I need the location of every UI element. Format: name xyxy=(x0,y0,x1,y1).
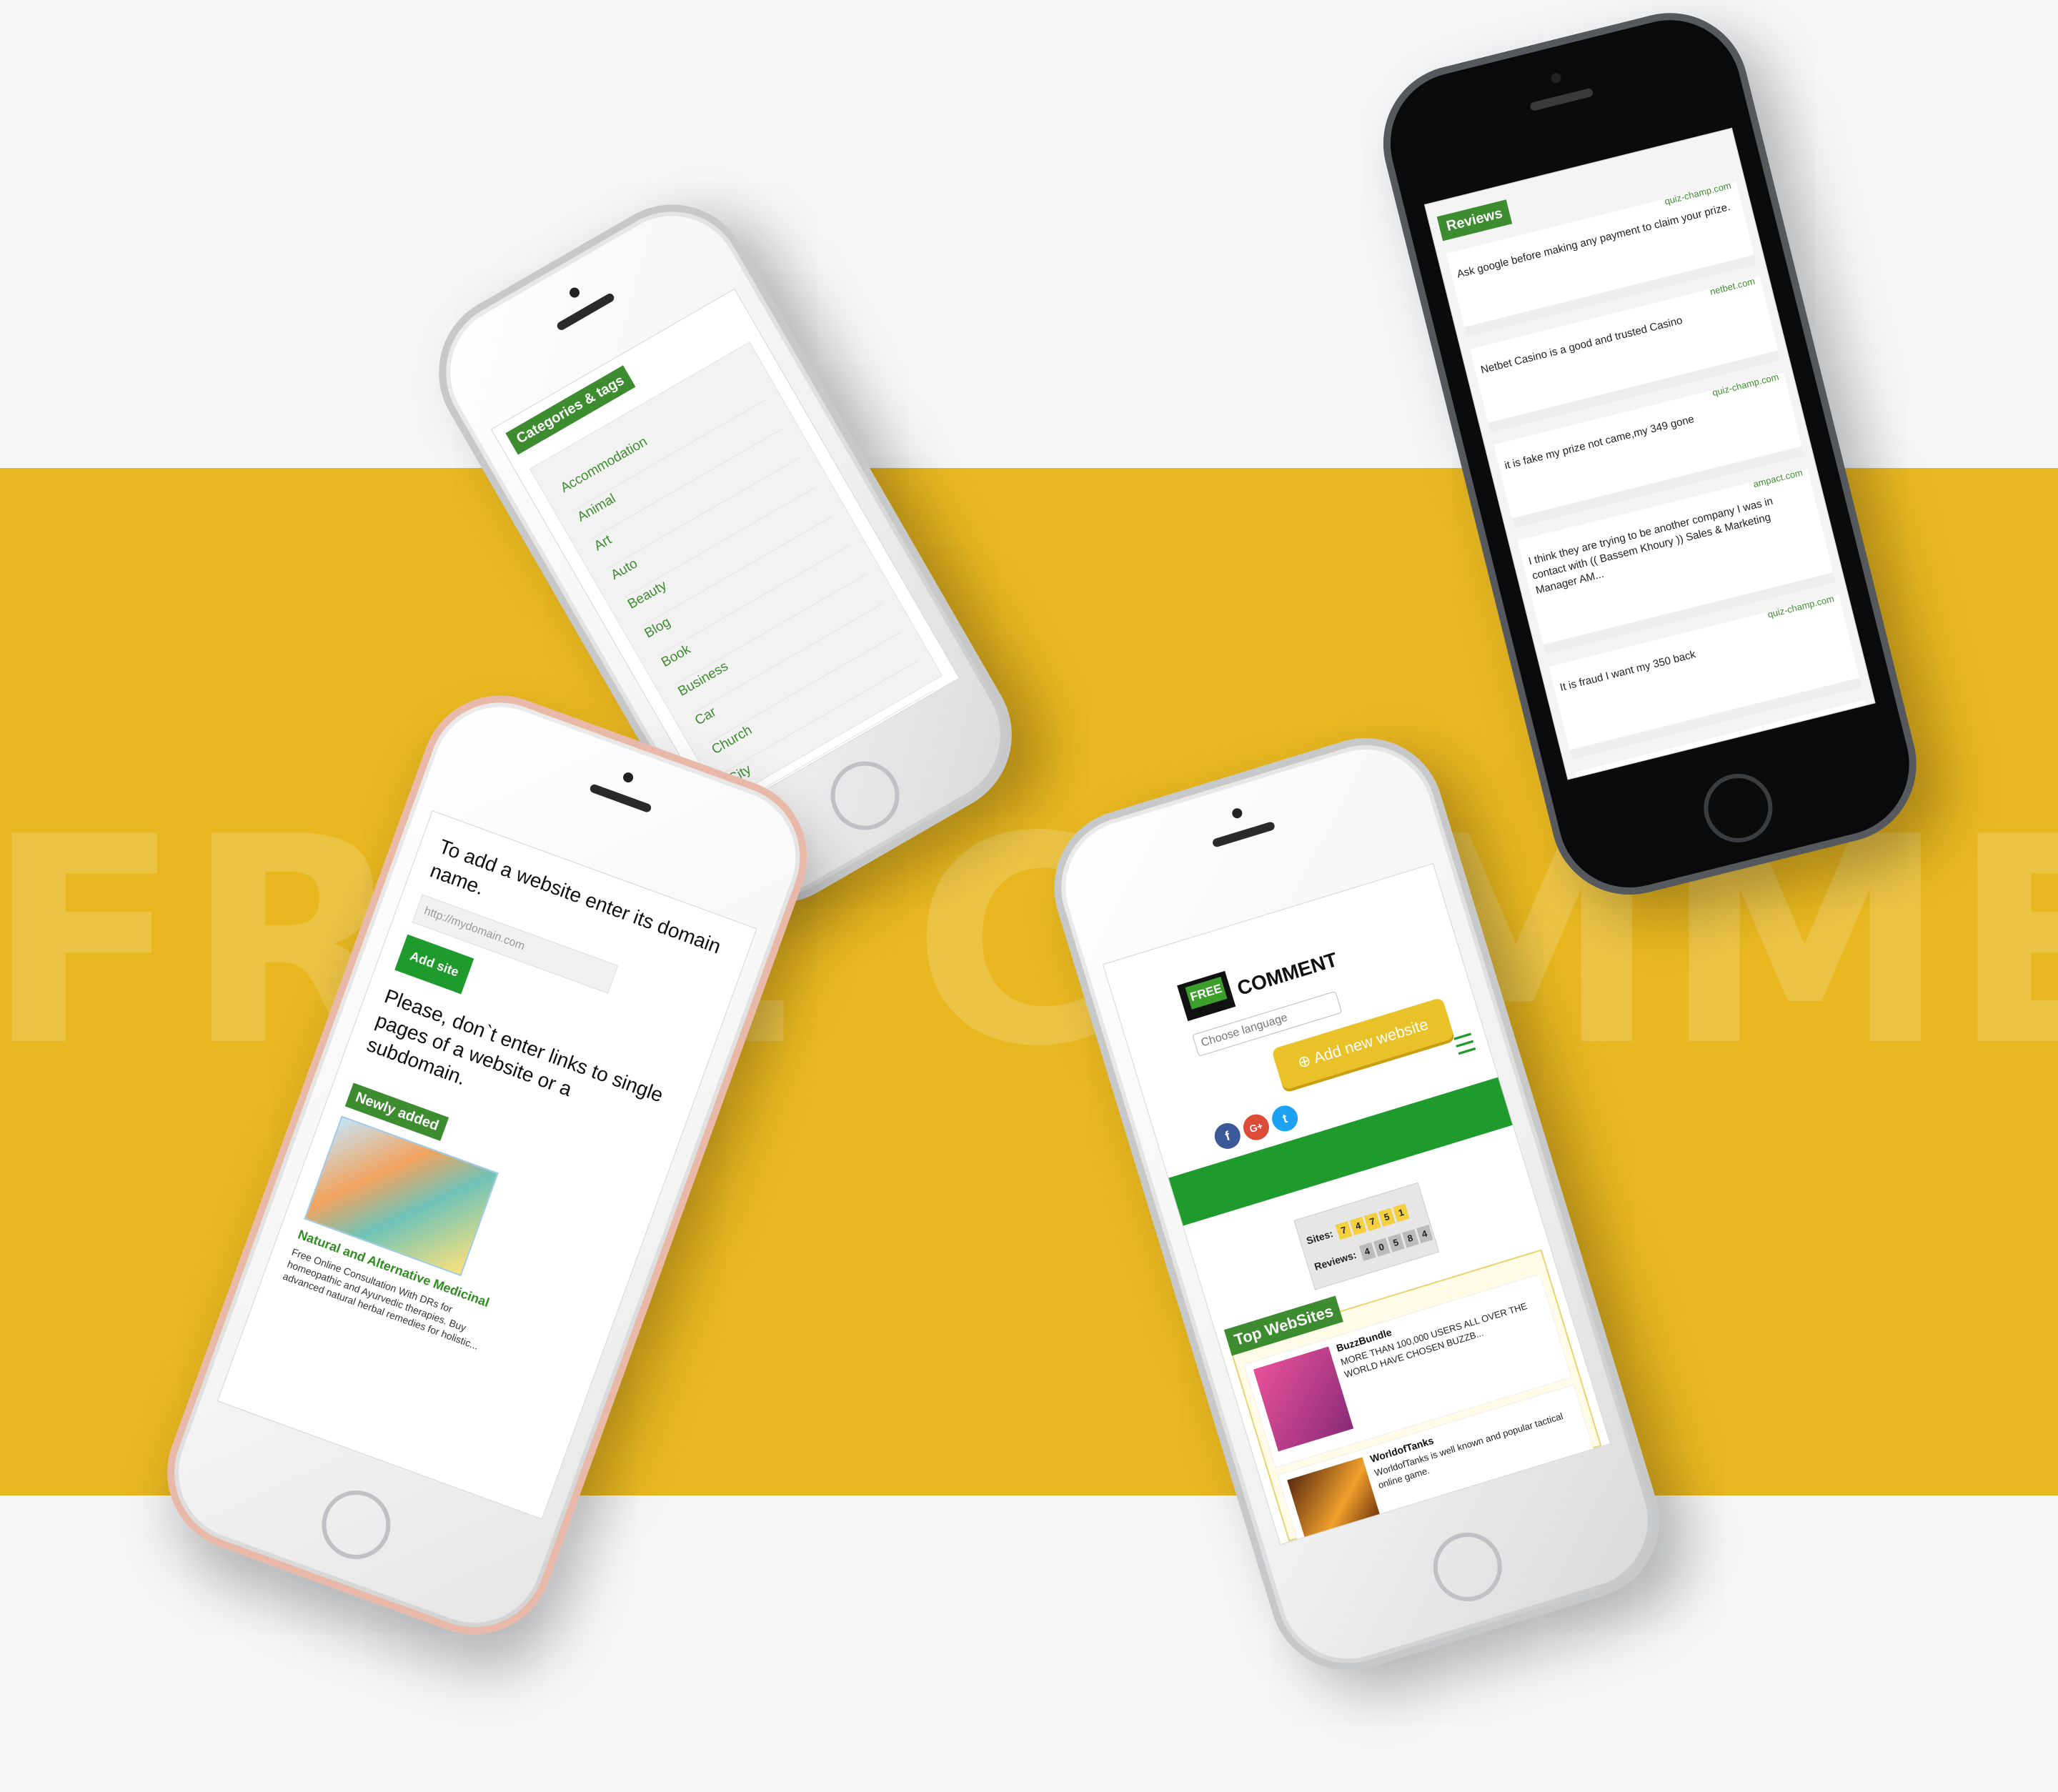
hamburger-menu-icon[interactable]: ☰ xyxy=(1451,1029,1479,1061)
digit: 4 xyxy=(1349,1217,1367,1236)
top-websites-panel: Top WebSites BuzzBundle MORE THAN 100,00… xyxy=(1223,1249,1602,1545)
digit: 7 xyxy=(1335,1221,1353,1240)
digit: 7 xyxy=(1363,1212,1381,1232)
speaker xyxy=(589,783,652,814)
speaker xyxy=(1529,87,1594,112)
front-camera xyxy=(567,285,582,300)
front-camera xyxy=(622,771,635,785)
digit: 4 xyxy=(1416,1225,1433,1244)
logo-word: COMMENT xyxy=(1234,948,1341,1000)
reviews-label: Reviews: xyxy=(1313,1248,1358,1273)
front-camera xyxy=(1550,71,1563,84)
home-button xyxy=(817,749,913,843)
sites-label: Sites: xyxy=(1305,1228,1335,1247)
add-site-button[interactable]: Add site xyxy=(394,934,474,995)
home-button xyxy=(1696,766,1780,850)
front-camera xyxy=(1231,807,1244,820)
home-button xyxy=(312,1480,400,1569)
digit: 5 xyxy=(1387,1233,1405,1253)
digit: 8 xyxy=(1401,1229,1419,1248)
add-website-label: Add new website xyxy=(1311,1015,1431,1067)
stats-counter: Sites: 74751 Reviews: 40584 xyxy=(1293,1182,1440,1290)
worldoftanks-thumbnail xyxy=(1287,1457,1381,1542)
digit: 0 xyxy=(1373,1238,1391,1258)
logo-badge-text: FREE xyxy=(1185,976,1228,1010)
digit: 4 xyxy=(1358,1242,1376,1262)
facebook-icon[interactable]: f xyxy=(1211,1120,1244,1153)
google-plus-icon[interactable]: G+ xyxy=(1240,1111,1273,1144)
digit: 5 xyxy=(1378,1208,1396,1228)
speaker xyxy=(555,292,616,332)
add-site-warning: Please, don`t enter links to single page… xyxy=(364,985,667,1107)
reviews-heading: Reviews xyxy=(1436,199,1513,242)
speaker xyxy=(1211,820,1276,848)
digit: 1 xyxy=(1393,1203,1410,1223)
logo-badge: FREE xyxy=(1177,970,1236,1022)
home-button xyxy=(1424,1524,1511,1610)
twitter-icon[interactable]: t xyxy=(1268,1102,1301,1135)
buzzbundle-thumbnail xyxy=(1253,1346,1354,1452)
